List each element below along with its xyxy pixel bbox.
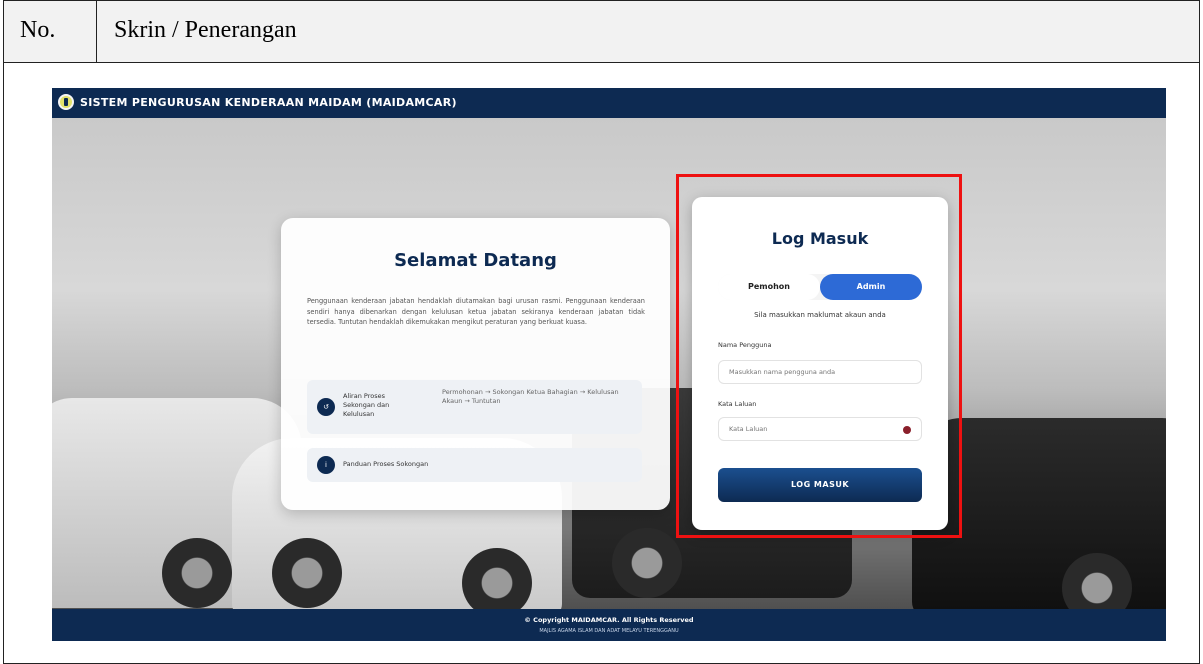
- welcome-card: Selamat Datang Penggunaan kenderaan jaba…: [281, 218, 670, 510]
- footer: © Copyright MAIDAMCAR. All Rights Reserv…: [52, 609, 1166, 641]
- header-description: Skrin / Penerangan: [114, 17, 297, 43]
- process-flow-label: Aliran Proses Sekongan dan Kelulusan: [343, 392, 390, 418]
- process-flow-row[interactable]: ↺ Aliran Proses Sekongan dan Kelulusan P…: [307, 380, 642, 434]
- maidam-logo-icon: [58, 94, 74, 110]
- top-bar: SISTEM PENGURUSAN KENDERAAN MAIDAM (MAID…: [52, 88, 1166, 118]
- document-table: No. Skrin / Penerangan SISTEM PENGURUSAN…: [3, 0, 1200, 664]
- footer-org: MAJLIS AGAMA ISLAM DAN ADAT MELAYU TEREN…: [539, 628, 679, 634]
- highlight-box: [676, 174, 962, 538]
- table-header: No. Skrin / Penerangan: [4, 1, 1199, 63]
- process-guide-row[interactable]: i Panduan Proses Sokongan: [307, 448, 642, 482]
- footer-copyright: © Copyright MAIDAMCAR. All Rights Reserv…: [524, 616, 694, 624]
- header-no: No.: [4, 1, 97, 62]
- app-title: SISTEM PENGURUSAN KENDERAAN MAIDAM (MAID…: [80, 96, 457, 109]
- login-screenshot: SISTEM PENGURUSAN KENDERAAN MAIDAM (MAID…: [52, 88, 1166, 641]
- flow-icon: ↺: [317, 398, 335, 416]
- process-guide-label: Panduan Proses Sokongan: [343, 460, 429, 468]
- info-icon: i: [317, 456, 335, 474]
- welcome-title: Selamat Datang: [394, 250, 557, 271]
- welcome-text: Penggunaan kenderaan jabatan hendaklah d…: [307, 297, 645, 326]
- process-flow-value: Permohonan → Sokongan Ketua Bahagian → K…: [442, 388, 619, 405]
